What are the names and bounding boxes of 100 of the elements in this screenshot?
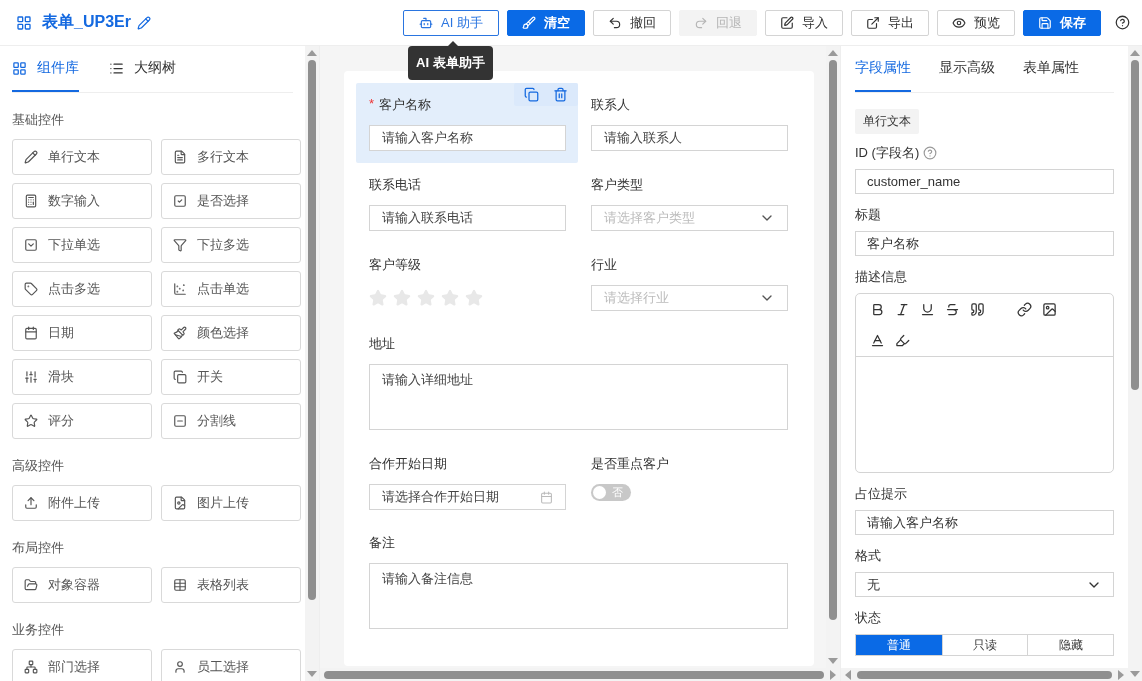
component-item[interactable]: 对象容器 — [12, 567, 152, 603]
field-label: 备注 — [369, 534, 395, 552]
toolbar-button[interactable]: 保存 — [1023, 9, 1101, 36]
text-input[interactable]: 请输入客户名称 — [855, 510, 1114, 535]
delete-icon[interactable] — [553, 87, 568, 102]
field-label: 是否重点客户 — [591, 455, 669, 473]
empty-star-icon[interactable] — [393, 289, 411, 307]
text-input[interactable]: 请输入联系人 — [591, 125, 788, 151]
component-item[interactable]: 数字输入 — [12, 183, 152, 219]
scrollbar[interactable] — [1128, 46, 1142, 681]
dropdown-icon — [24, 238, 38, 252]
font-color-icon[interactable] — [870, 333, 885, 348]
panel-tab[interactable]: 大纲树 — [109, 46, 176, 92]
component-item[interactable]: 是否选择 — [161, 183, 301, 219]
group-title: 布局控件 — [12, 539, 65, 557]
panel-tab[interactable]: 字段属性 — [855, 46, 911, 92]
component-item[interactable]: 部门选择 — [12, 649, 152, 681]
field-label: 联系人 — [591, 96, 630, 114]
scatter-chart-icon — [173, 282, 187, 296]
link-icon[interactable] — [1017, 302, 1032, 317]
property-label: 状态 — [855, 609, 881, 627]
highlight-icon[interactable] — [895, 333, 910, 348]
sliders-icon — [24, 370, 38, 384]
selected-field[interactable]: * 客户名称 请输入客户名称 — [356, 83, 578, 163]
segment-option[interactable]: 普通 — [856, 635, 942, 655]
component-item[interactable]: 多行文本 — [161, 139, 301, 175]
property-label: 标题 — [855, 206, 881, 224]
edit-square-icon — [780, 15, 794, 30]
bold-icon[interactable] — [870, 302, 885, 317]
panel-tab[interactable]: 组件库 — [12, 46, 79, 92]
horizontal-scrollbar[interactable] — [841, 668, 1128, 681]
eye-icon — [952, 15, 966, 30]
underline-icon[interactable] — [920, 302, 935, 317]
component-item[interactable]: 表格列表 — [161, 567, 301, 603]
toolbar-button[interactable]: 预览 — [937, 9, 1015, 36]
component-item[interactable]: 下拉单选 — [12, 227, 152, 263]
field-label: 联系电话 — [369, 176, 421, 194]
field-label: 地址 — [369, 335, 395, 353]
component-item[interactable]: 点击单选 — [161, 271, 301, 307]
text-input[interactable]: 请输入客户名称 — [369, 125, 566, 151]
minus-square-icon — [173, 414, 187, 428]
toolbar-button[interactable]: 导入 — [765, 9, 843, 36]
empty-star-icon[interactable] — [369, 289, 387, 307]
required-mark: * — [369, 96, 375, 113]
type-tag: 单行文本 — [855, 109, 919, 134]
copy-icon[interactable] — [524, 87, 539, 102]
component-item[interactable]: 颜色选择 — [161, 315, 301, 351]
toolbar-button[interactable]: 导出 — [851, 9, 929, 36]
textarea-field[interactable]: 请输入详细地址 — [369, 364, 788, 430]
image-file-icon — [173, 496, 187, 510]
textarea-field[interactable]: 请输入备注信息 — [369, 563, 788, 629]
edit-icon[interactable] — [136, 15, 151, 30]
date-input[interactable]: 请选择合作开始日期 — [369, 484, 566, 510]
calculator-icon — [24, 194, 38, 208]
grid-icon — [12, 60, 27, 76]
component-item[interactable]: 评分 — [12, 403, 152, 439]
component-item[interactable]: 开关 — [161, 359, 301, 395]
component-item[interactable]: 下拉多选 — [161, 227, 301, 263]
field-label: 客户名称 — [379, 96, 432, 114]
brush-icon — [522, 15, 536, 30]
component-item[interactable]: 分割线 — [161, 403, 301, 439]
list-icon — [109, 60, 124, 76]
panel-tab[interactable]: 表单属性 — [1023, 46, 1079, 92]
toolbar-button[interactable]: 清空 — [507, 9, 585, 36]
checkbox-icon — [173, 194, 187, 208]
text-input[interactable]: 请输入联系电话 — [369, 205, 566, 231]
form-title: 表单_UP3Er — [42, 12, 131, 32]
component-item[interactable]: 点击多选 — [12, 271, 152, 307]
scrollbar[interactable] — [305, 46, 319, 681]
pencil-icon — [24, 150, 38, 164]
text-input[interactable]: 客户名称 — [855, 231, 1114, 256]
empty-star-icon[interactable] — [465, 289, 483, 307]
redo-icon — [694, 15, 708, 30]
property-label: 占位提示 — [855, 485, 907, 503]
toolbar-button[interactable]: 撤回 — [593, 9, 671, 36]
group-title: 高级控件 — [12, 457, 65, 475]
help-icon[interactable] — [1115, 15, 1130, 30]
table-icon — [173, 578, 187, 592]
component-item[interactable]: 图片上传 — [161, 485, 301, 521]
image-icon[interactable] — [1042, 302, 1057, 317]
strikethrough-icon[interactable] — [945, 302, 960, 317]
grid-icon — [16, 14, 32, 31]
copy-icon — [173, 370, 187, 384]
text-input[interactable]: customer_name — [855, 169, 1114, 194]
folder-icon — [24, 578, 38, 592]
filter-icon — [173, 238, 187, 252]
panel-tab[interactable]: 显示高级 — [939, 46, 995, 92]
empty-star-icon[interactable] — [417, 289, 435, 307]
toolbar-button[interactable]: AI 助手 — [403, 9, 499, 36]
field-label: 合作开始日期 — [369, 455, 447, 473]
component-item[interactable]: 滑块 — [12, 359, 152, 395]
field-label: 客户等级 — [369, 256, 421, 274]
select-field[interactable]: 无 — [855, 572, 1114, 597]
quote-icon[interactable] — [970, 302, 985, 317]
component-item[interactable]: 员工选择 — [161, 649, 301, 681]
italic-icon[interactable] — [895, 302, 910, 317]
empty-star-icon[interactable] — [441, 289, 459, 307]
component-item[interactable]: 附件上传 — [12, 485, 152, 521]
component-item[interactable]: 单行文本 — [12, 139, 152, 175]
component-item[interactable]: 日期 — [12, 315, 152, 351]
